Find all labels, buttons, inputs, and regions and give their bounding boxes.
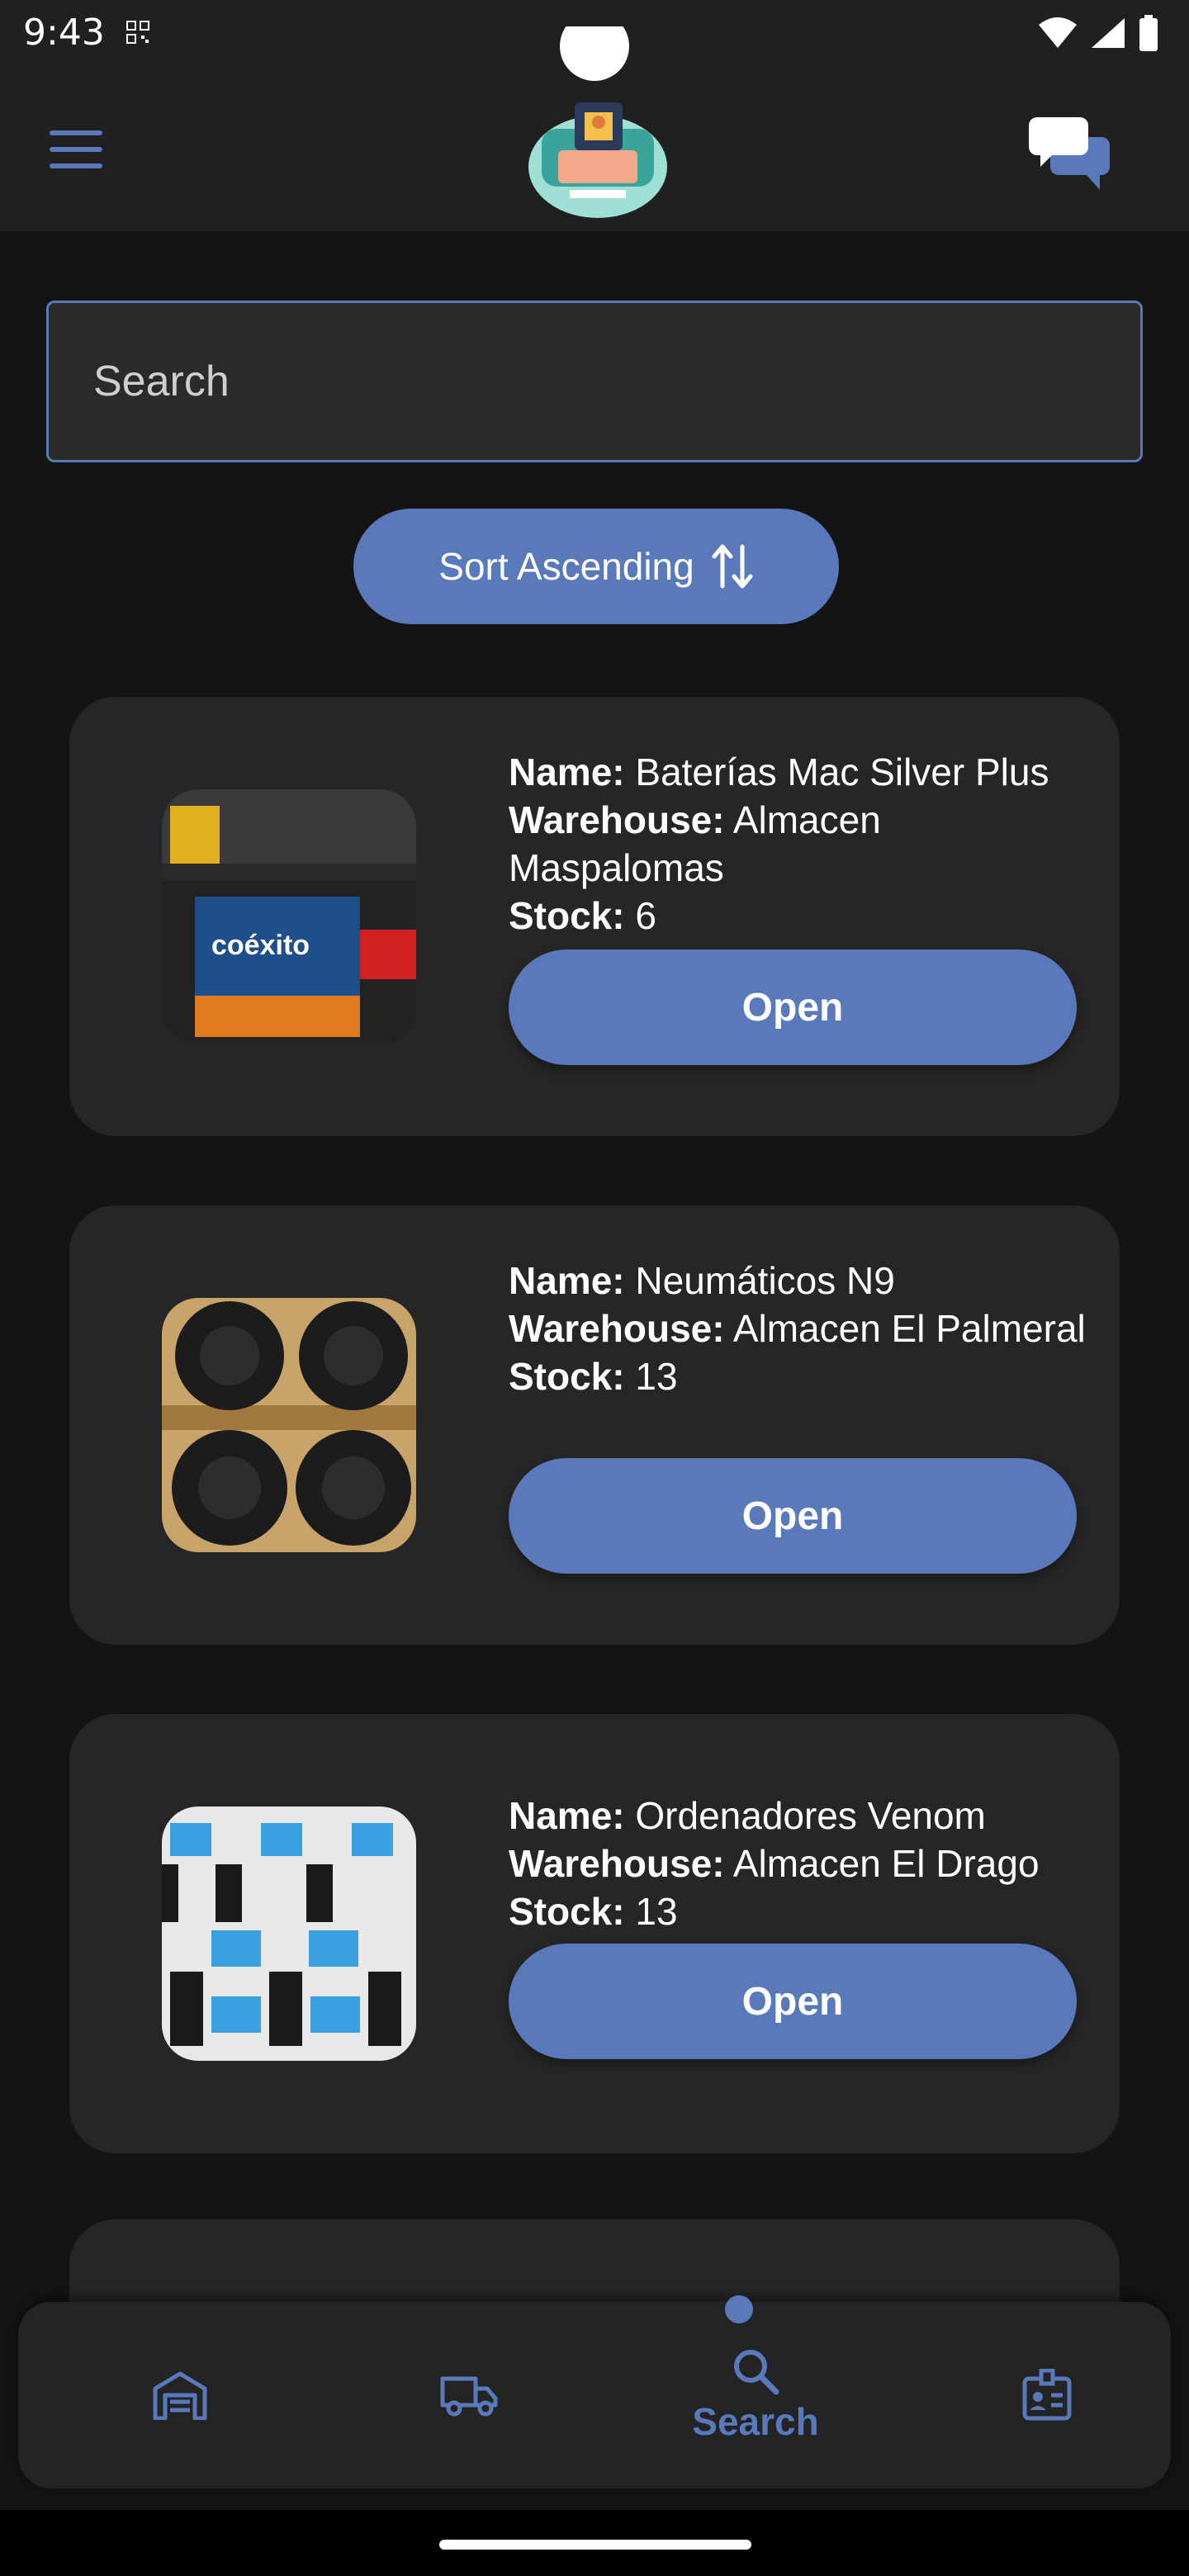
product-info: Name: Ordenadores Venom Warehouse: Almac… — [509, 1792, 1087, 1935]
wifi-icon — [1039, 17, 1077, 48]
product-card: Name: Neumáticos N9 Warehouse: Almacen E… — [69, 1205, 1120, 1645]
warehouse-icon — [153, 2371, 207, 2420]
sort-ascending-button[interactable]: Sort Ascending — [353, 509, 839, 624]
sort-label: Sort Ascending — [438, 545, 694, 588]
stock-label: Stock: — [509, 894, 625, 937]
warehouse-label: Warehouse: — [509, 798, 725, 841]
battery-icon — [1139, 15, 1158, 51]
search-icon — [734, 2350, 779, 2395]
nav-label-search: Search — [692, 2400, 819, 2443]
status-time: 9:43 — [23, 12, 105, 54]
car-battery-image: coéxito — [162, 789, 416, 1044]
product-warehouse: Almacen El Drago — [732, 1842, 1040, 1885]
warehouse-label: Warehouse: — [509, 1307, 725, 1350]
product-warehouse: Almacen El Palmeral — [732, 1307, 1086, 1350]
product-name: Neumáticos N9 — [635, 1259, 895, 1302]
status-icons — [1037, 15, 1159, 51]
product-info: Name: Baterías Mac Silver Plus Warehouse… — [509, 748, 1087, 940]
stock-label: Stock: — [509, 1890, 625, 1933]
signal-icon — [1092, 18, 1125, 48]
product-card: coéxito Name: Baterías Mac Silver Plus W… — [69, 697, 1120, 1136]
chat-icon[interactable] — [1029, 112, 1111, 192]
product-info: Name: Neumáticos N9 Warehouse: Almacen E… — [509, 1257, 1087, 1400]
nav-item-warehouse[interactable] — [97, 2302, 263, 2488]
product-stock: 6 — [635, 894, 656, 937]
open-button[interactable]: Open — [509, 1944, 1077, 2059]
open-button[interactable]: Open — [509, 1458, 1077, 1574]
tires-image — [162, 1298, 416, 1552]
active-indicator — [725, 2295, 753, 2323]
name-label: Name: — [509, 1259, 625, 1302]
name-label: Name: — [509, 1794, 625, 1837]
truck-icon — [440, 2376, 498, 2417]
bottom-navigation: Search — [18, 2302, 1171, 2488]
search-input[interactable] — [46, 301, 1143, 462]
product-stock: 13 — [635, 1890, 678, 1933]
open-button[interactable]: Open — [509, 949, 1077, 1065]
app-logo — [528, 26, 667, 218]
warehouse-label: Warehouse: — [509, 1842, 725, 1885]
product-stock: 13 — [635, 1355, 678, 1398]
computers-image — [162, 1807, 416, 2061]
stock-label: Stock: — [509, 1355, 625, 1398]
screen: 9:43 Search Sort Ascending coéxito Name:… — [0, 0, 1189, 2576]
qr-icon — [126, 21, 149, 44]
product-name: Ordenadores Venom — [635, 1794, 986, 1837]
svg-text:coéxito: coéxito — [211, 930, 310, 961]
hamburger-icon[interactable] — [50, 130, 107, 177]
gesture-bar — [0, 2510, 1189, 2576]
product-card: Name: Ordenadores Venom Warehouse: Almac… — [69, 1714, 1120, 2153]
nav-item-profile[interactable] — [964, 2302, 1130, 2488]
product-name: Baterías Mac Silver Plus — [635, 751, 1049, 793]
id-card-icon — [1022, 2369, 1072, 2421]
nav-item-deliveries[interactable] — [386, 2302, 552, 2488]
app-bar — [0, 26, 1189, 231]
nav-item-search[interactable]: Search — [652, 2302, 859, 2488]
name-label: Name: — [509, 751, 625, 793]
home-indicator[interactable] — [439, 2540, 751, 2550]
sort-arrows-icon — [712, 544, 753, 589]
